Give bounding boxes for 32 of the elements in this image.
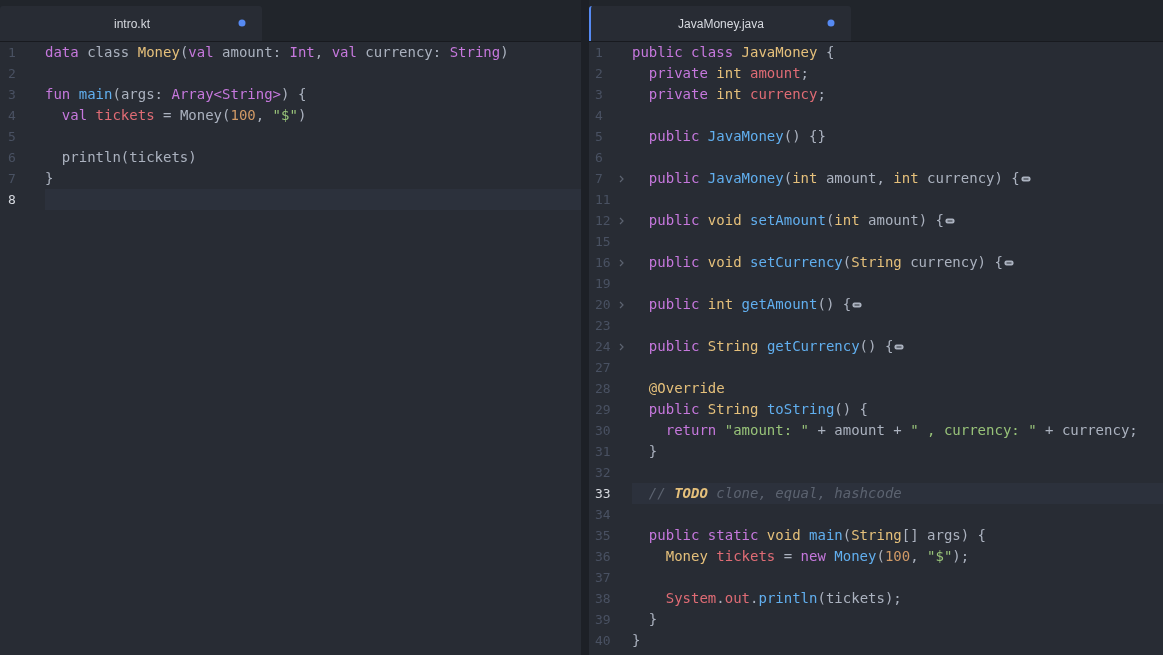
code-line: } <box>45 169 54 188</box>
code-line: public String getCurrency() { <box>647 337 894 356</box>
code-line: System.out.println(tickets); <box>664 589 902 608</box>
code-line: public String toString() { <box>647 400 869 419</box>
code-line: println(tickets) <box>60 148 197 167</box>
code-line: @Override <box>647 379 725 398</box>
code-line: private int currency; <box>647 85 826 104</box>
code-line: public static void main(String[] args) { <box>647 526 987 545</box>
code-line: Money tickets = new Money(100, "$"); <box>664 547 970 566</box>
code-line: public int getAmount() { <box>647 295 852 314</box>
fold-ellipsis-icon[interactable] <box>1020 175 1031 182</box>
code-line: return "amount: " + amount + " , currency: " + currency; <box>664 421 1138 440</box>
code-line: public JavaMoney(int amount, int currency) { <box>647 169 1020 188</box>
editor-tab[interactable]: intro.kt <box>0 6 262 41</box>
fold-ellipsis-icon[interactable] <box>944 217 955 224</box>
editor-tab[interactable]: JavaMoney.java <box>589 6 851 41</box>
code-line: val tickets = Money(100, "$") <box>60 106 307 125</box>
code-line: } <box>647 610 658 629</box>
fold-ellipsis-icon[interactable] <box>1003 259 1014 266</box>
code-line: public void setCurrency(String currency) { <box>647 253 1003 272</box>
code-line: fun main(args: Array<String>) { <box>45 85 307 104</box>
code-line: data class Money(val amount: Int, val currency: String) <box>45 43 509 62</box>
code-line: public class JavaMoney { <box>632 43 835 62</box>
line-number: 33 <box>594 485 612 503</box>
fold-ellipsis-icon[interactable] <box>894 343 905 350</box>
line-number: 8 <box>7 191 17 209</box>
code-line: } <box>632 631 641 650</box>
code-line: private int amount; <box>647 64 810 83</box>
code-line: public void setAmount(int amount) { <box>647 211 944 230</box>
code-line: } <box>647 442 658 461</box>
fold-ellipsis-icon[interactable] <box>852 301 863 308</box>
code-line: public JavaMoney() {} <box>647 127 826 146</box>
